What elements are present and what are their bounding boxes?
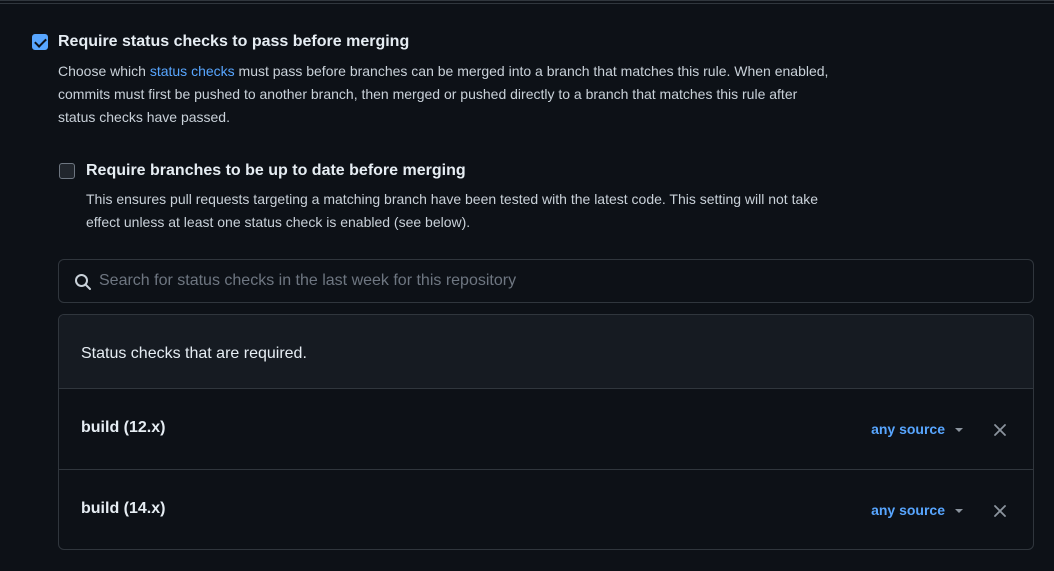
status-checks-link[interactable]: status checks (150, 63, 235, 79)
close-icon[interactable] (993, 423, 1007, 437)
description-line-1: Choose which status checks must pass bef… (58, 60, 1048, 83)
require-status-checks-title[interactable]: Require status checks to pass before mer… (58, 33, 409, 51)
description-line-2: effect unless at least one status check … (86, 214, 471, 230)
search-input[interactable] (99, 261, 1019, 301)
description-text: must pass before branches can be merged … (234, 63, 829, 79)
branch-protection-panel: Require status checks to pass before mer… (0, 0, 1054, 571)
description-text: Choose which (58, 63, 150, 79)
source-dropdown[interactable]: any source (871, 421, 945, 439)
check-name: build (14.x) (81, 500, 166, 517)
search-icon (75, 274, 91, 290)
description-line-2: commits must first be pushed to another … (58, 86, 798, 102)
require-status-checks-description: Choose which status checks must pass bef… (58, 60, 1048, 129)
description-line-3: status checks have passed. (58, 109, 230, 125)
status-check-search[interactable] (58, 259, 1034, 303)
source-dropdown[interactable]: any source (871, 502, 945, 520)
description-line-1: This ensures pull requests targeting a m… (86, 191, 819, 207)
require-up-to-date-checkbox[interactable] (59, 163, 75, 179)
require-up-to-date-description: This ensures pull requests targeting a m… (86, 188, 1048, 234)
required-checks-header: Status checks that are required. (59, 315, 1033, 389)
table-row: build (12.x) any source (59, 389, 1033, 469)
table-row: build (14.x) any source (59, 469, 1033, 549)
required-checks-header-text: Status checks that are required. (81, 345, 307, 362)
caret-down-icon[interactable] (955, 509, 963, 513)
check-name: build (12.x) (81, 419, 166, 436)
require-status-checks-checkbox[interactable] (32, 34, 48, 50)
divider (0, 3, 1054, 4)
require-up-to-date-title[interactable]: Require branches to be up to date before… (86, 162, 466, 180)
required-checks-list: Status checks that are required. build (… (58, 314, 1034, 550)
caret-down-icon[interactable] (955, 428, 963, 432)
source-dropdown-label[interactable]: any source (871, 502, 945, 518)
source-dropdown-label[interactable]: any source (871, 421, 945, 437)
close-icon[interactable] (993, 504, 1007, 518)
